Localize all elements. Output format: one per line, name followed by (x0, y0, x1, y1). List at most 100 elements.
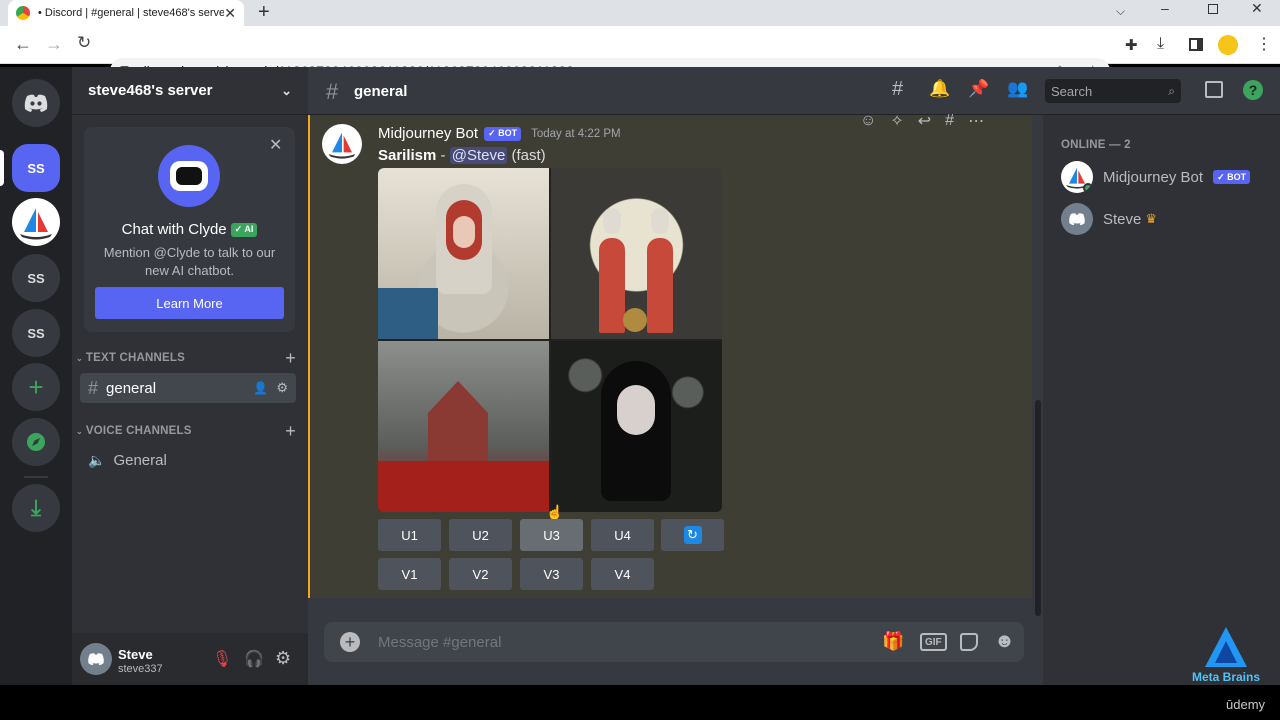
voice-channel-general[interactable]: 🔈 General (80, 446, 296, 474)
speed-label: (fast) (507, 147, 546, 164)
crown-icon: ♛ (1145, 211, 1158, 226)
hash-icon: # (88, 377, 99, 398)
v4-button[interactable]: V4 (591, 558, 654, 590)
chevron-down-icon: ⌄ (281, 82, 292, 98)
voice-channels-category[interactable]: ⌄ VOICE CHANNELS + (76, 421, 296, 441)
restore-icon[interactable] (1208, 4, 1218, 14)
user-panel: Steve steve337 🎙 🎧 ⚙ (72, 633, 308, 685)
bell-icon[interactable]: 🔔 (929, 79, 950, 99)
gift-icon[interactable]: 🎁 (882, 631, 904, 652)
image-2[interactable] (551, 168, 722, 339)
author-name[interactable]: Midjourney Bot (378, 125, 478, 142)
add-reaction-icon[interactable]: ☺ (860, 112, 876, 130)
downloads-icon[interactable]: ⤓ (1157, 35, 1164, 53)
scrollbar[interactable] (1035, 400, 1041, 616)
clyde-avatar-icon (158, 145, 220, 207)
server-icon-ss-2[interactable]: SS (12, 254, 60, 302)
server-icon-ss-active[interactable]: SS (12, 144, 60, 192)
u2-button[interactable]: U2 (449, 519, 512, 551)
browser-menu-icon[interactable]: ⋮ (1256, 34, 1272, 54)
image-grid[interactable] (378, 168, 722, 512)
brand-label: Meta Brains (1192, 670, 1261, 684)
channel-title: general (354, 83, 408, 100)
separator: - (436, 147, 450, 164)
new-tab-icon[interactable]: + (258, 1, 270, 23)
help-icon[interactable]: ? (1243, 80, 1263, 100)
member-list-icon[interactable]: 👥 (1007, 79, 1028, 99)
server-header[interactable]: steve468's server ⌄ (72, 67, 308, 115)
minimize-icon[interactable]: – (1161, 0, 1169, 16)
extensions-icon[interactable]: ✚ (1125, 36, 1138, 54)
channel-name: General (113, 451, 167, 469)
explore-servers-icon[interactable] (12, 418, 60, 466)
message-input[interactable]: Message #general (378, 634, 501, 651)
discord-home-icon[interactable] (12, 79, 60, 127)
user-settings-icon[interactable]: ⚙ (275, 648, 291, 669)
midjourney-server-icon[interactable] (12, 198, 60, 246)
learn-more-button[interactable]: Learn More (95, 287, 284, 319)
attach-icon[interactable]: + (340, 632, 360, 652)
search-input[interactable]: Search ⌕ (1045, 79, 1181, 103)
clyde-title-row: Chat with Clyde ✓ AI (84, 221, 295, 238)
forward-icon[interactable]: → (45, 35, 63, 53)
avatar[interactable] (80, 643, 112, 675)
member-item[interactable]: Steve ♛ (1061, 202, 1271, 236)
close-window-icon[interactable]: ✕ (1251, 0, 1263, 17)
add-server-icon[interactable]: + (12, 363, 60, 411)
headphones-icon[interactable]: 🎧 (244, 649, 264, 669)
add-channel-icon[interactable]: + (285, 421, 296, 442)
threads-icon[interactable]: # (892, 78, 903, 101)
pin-icon[interactable]: 📌 (968, 79, 989, 99)
inbox-icon[interactable] (1205, 81, 1223, 98)
image-1[interactable] (378, 168, 549, 339)
sidepanel-icon[interactable] (1189, 38, 1203, 51)
clyde-promo-card: ✕ Chat with Clyde ✓ AI Mention @Clyde to… (84, 127, 295, 332)
back-icon[interactable]: ← (14, 35, 32, 53)
add-channel-icon[interactable]: + (285, 348, 296, 369)
tab-search-icon[interactable]: ⌵ (1116, 4, 1125, 19)
message-header: Midjourney Bot ✓ BOT Today at 4:22 PM (378, 125, 621, 142)
close-icon[interactable]: ✕ (269, 135, 282, 155)
download-apps-icon[interactable]: ⤓ (12, 484, 60, 532)
clyde-title: Chat with Clyde (121, 221, 227, 238)
gif-button[interactable]: GIF (920, 633, 947, 651)
avatar (1061, 203, 1093, 235)
search-placeholder: Search (1051, 83, 1093, 99)
browser-tab-bar: • Discord | #general | steve468's server… (0, 0, 1280, 26)
user-mention[interactable]: @Steve (449, 147, 508, 164)
image-3[interactable] (378, 341, 549, 512)
close-tab-icon[interactable]: ✕ (224, 5, 236, 22)
server-icon-ss-3[interactable]: SS (12, 309, 60, 357)
invite-icon[interactable]: 👤 (253, 381, 268, 395)
reload-icon[interactable]: ↻ (77, 34, 91, 52)
browser-tab[interactable]: • Discord | #general | steve468's server… (8, 0, 244, 26)
server-initials: SS (27, 325, 45, 341)
u3-button[interactable]: U3 (520, 519, 583, 551)
member-item[interactable]: Midjourney Bot ✓ BOT (1061, 160, 1271, 194)
v3-button[interactable]: V3 (520, 558, 583, 590)
v1-button[interactable]: V1 (378, 558, 441, 590)
user-name: Steve (118, 647, 153, 662)
avatar[interactable] (322, 124, 362, 164)
message-composer[interactable]: + Message #general 🎁 GIF ☻ (324, 622, 1024, 662)
v2-button[interactable]: V2 (449, 558, 512, 590)
mute-icon[interactable]: 🎙 (212, 649, 232, 669)
server-initials: SS (27, 160, 45, 176)
reroll-button[interactable]: ↻ (661, 519, 724, 551)
sticker-icon[interactable] (960, 633, 978, 651)
super-reaction-icon[interactable]: ✧ (890, 111, 903, 131)
u4-button[interactable]: U4 (591, 519, 654, 551)
channel-name: general (106, 379, 157, 397)
u1-button[interactable]: U1 (378, 519, 441, 551)
more-icon[interactable]: ⋯ (968, 111, 984, 131)
channel-item-general[interactable]: # general 👤 ⚙ (80, 373, 296, 403)
profile-avatar[interactable] (1218, 35, 1238, 55)
gear-icon[interactable]: ⚙ (276, 380, 288, 396)
reply-icon[interactable]: ↩ (918, 111, 931, 131)
emoji-icon[interactable]: ☻ (994, 630, 1015, 653)
text-channels-category[interactable]: ⌄ TEXT CHANNELS + (76, 348, 296, 368)
avatar (1061, 161, 1093, 193)
image-4[interactable] (551, 341, 722, 512)
create-thread-icon[interactable]: # (945, 112, 954, 130)
online-header: ONLINE — 2 (1061, 139, 1131, 151)
